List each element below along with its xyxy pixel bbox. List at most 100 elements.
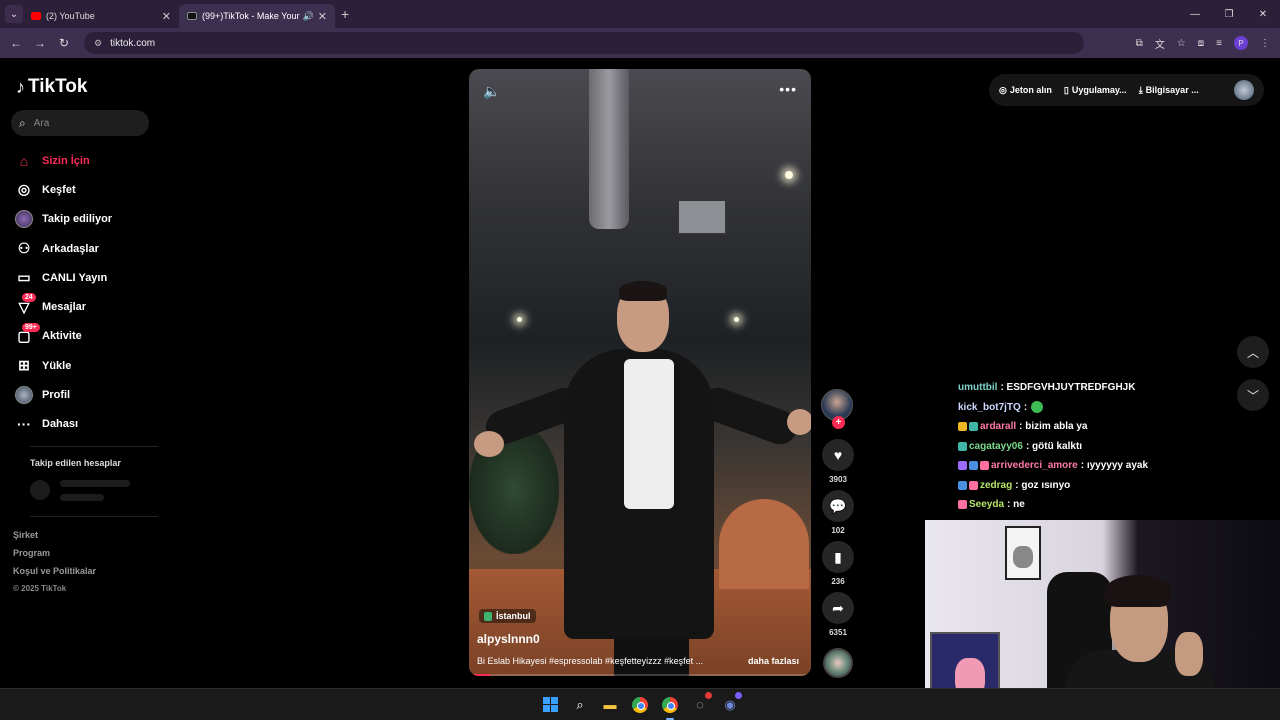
sidebar-item-label: Takip ediliyor (42, 213, 113, 226)
see-more-link[interactable]: daha fazlası (748, 656, 799, 666)
desktop-app-button[interactable]: ⤓ Bilgisayar ... (1139, 85, 1199, 96)
search-icon: ⌕ (19, 115, 26, 130)
tiktok-logo[interactable]: ♪ TikTok (16, 76, 87, 98)
translate-icon[interactable]: 文 (1155, 36, 1165, 51)
get-coins-button[interactable]: ◎ Jeton alın (999, 85, 1052, 96)
sidebar-item-profile[interactable]: Profil (14, 380, 112, 409)
reload-icon[interactable]: ↻ (52, 36, 76, 50)
video-frame-person (474, 431, 504, 457)
following-avatar-icon (14, 209, 34, 229)
chat-badge-icon (958, 480, 967, 490)
comment-count: 102 (831, 526, 845, 535)
sidebar-item-label: Mesajlar (42, 301, 87, 314)
video-username[interactable]: alpyslnnn0 (477, 632, 540, 646)
sidebar-item-friends[interactable]: ⚇ Arkadaşlar (14, 234, 112, 263)
friends-icon: ⚇ (17, 240, 31, 257)
creator-avatar[interactable]: + (821, 389, 853, 429)
extensions-icon[interactable]: ⧈ (1198, 38, 1204, 49)
footer-links: Şirket Program Koşul ve Politikalar © 20… (13, 530, 96, 602)
volume-icon[interactable]: 🔈 (483, 83, 500, 100)
chat-text: : ıyyyyyy ayak (1080, 460, 1149, 472)
menu-dots-icon[interactable]: ⋮ (1260, 38, 1270, 49)
sidebar-item-live[interactable]: ▭ CANLI Yayın (14, 263, 112, 292)
tab-search-button[interactable]: ⌄ (5, 5, 23, 23)
sidebar-item-for-you[interactable]: ⌂ Sizin İçin (14, 146, 112, 175)
chat-badge-icon (969, 422, 978, 432)
sidebar-item-label: CANLI Yayın (42, 271, 108, 284)
bookmark-star-icon[interactable]: ☆ (1177, 38, 1186, 49)
forward-icon[interactable]: → (28, 36, 52, 50)
comment-action: 💬 102 (821, 490, 855, 535)
close-window-button[interactable]: ✕ (1246, 9, 1280, 20)
media-icon[interactable]: ≡ (1216, 38, 1222, 49)
chrome-icon[interactable] (630, 695, 650, 715)
previous-video-button[interactable]: ︿ (1237, 336, 1269, 368)
discord-icon[interactable]: ◉ (720, 691, 742, 715)
footer-link-company[interactable]: Şirket (13, 530, 96, 548)
chat-text: : (1023, 401, 1028, 413)
live-icon: ▭ (17, 269, 31, 286)
share-icon[interactable]: ➦ (822, 592, 854, 624)
notification-dot (735, 691, 742, 699)
video-player[interactable]: 🔈 ••• İstanbul alpyslnnn0 Bi Eslab Hikay… (469, 69, 811, 676)
install-icon[interactable]: ⧉ (1136, 38, 1143, 49)
avatar (15, 210, 33, 229)
close-tab-icon[interactable]: ✕ (162, 10, 171, 23)
start-button[interactable] (540, 695, 560, 715)
restore-button[interactable]: ❐ (1212, 9, 1246, 20)
heart-icon[interactable]: ♥ (822, 439, 854, 471)
minimize-button[interactable]: — (1178, 9, 1212, 20)
video-progress-bar[interactable] (469, 674, 811, 676)
more-options-icon[interactable]: ••• (779, 81, 797, 97)
download-icon: ⤓ (1138, 84, 1143, 95)
avatar[interactable] (1234, 80, 1254, 100)
tab-youtube[interactable]: (2) YouTube ✕ (23, 4, 179, 28)
location-tag[interactable]: İstanbul (479, 609, 536, 623)
divider (30, 446, 158, 447)
search-input[interactable]: ⌕ Ara (11, 110, 149, 136)
video-frame-light (734, 317, 739, 322)
video-frame-person (624, 359, 674, 509)
chrome-profile-icon[interactable] (660, 695, 680, 720)
get-app-button[interactable]: ▯ Uygulamay... (1064, 85, 1127, 96)
footer-link-program[interactable]: Program (13, 548, 96, 566)
stream-chat-overlay: umuttbil: ESDFGVHJUYTREDFGHJK kick_bot7jT… (958, 378, 1148, 515)
tab-title: (2) YouTube (46, 11, 95, 21)
speaker-icon[interactable]: 🔊 (303, 11, 314, 22)
file-explorer-icon[interactable]: ▬ (600, 695, 620, 715)
windows-icon (542, 697, 558, 712)
sidebar-item-activity[interactable]: ▢ 99+ Aktivite (14, 322, 112, 351)
music-disc[interactable] (823, 648, 853, 678)
notification-dot (705, 691, 712, 699)
divider (30, 516, 158, 517)
sidebar-item-messages[interactable]: ▽ 24 Mesajlar (14, 292, 112, 321)
footer-link-terms[interactable]: Koşul ve Politikalar (13, 566, 96, 584)
action-bar: + ♥ 3903 💬 102 ▮ 236 ➦ 6351 (821, 389, 855, 637)
tiktok-note-icon: ♪ (16, 76, 25, 97)
back-icon[interactable]: ← (4, 36, 28, 50)
comment-icon[interactable]: 💬 (822, 490, 854, 522)
follow-plus-icon[interactable]: + (832, 416, 845, 429)
sidebar-item-more[interactable]: ··· Dahası (14, 410, 112, 439)
chat-message: Seeyda: ne (958, 495, 1148, 515)
site-info-icon[interactable]: ⚙ (94, 38, 102, 49)
chat-badge-icon (969, 480, 978, 490)
chrome-logo (662, 696, 678, 713)
app-icon[interactable]: ◌ (690, 691, 712, 715)
sidebar-item-explore[interactable]: ◎ Keşfet (14, 175, 112, 204)
new-tab-button[interactable]: + (341, 6, 349, 22)
bookmark-icon[interactable]: ▮ (822, 541, 854, 573)
search-icon[interactable]: ⌕ (570, 695, 590, 715)
url-text: tiktok.com (110, 37, 156, 49)
sidebar-item-upload[interactable]: ⊞ Yükle (14, 351, 112, 380)
profile-avatar[interactable]: P (1234, 36, 1248, 50)
sidebar-item-following[interactable]: Takip ediliyor (14, 205, 112, 234)
desktop-app-label: Bilgisayar ... (1145, 85, 1199, 95)
address-bar[interactable]: ⚙ tiktok.com (84, 32, 1084, 54)
chevron-up-icon: ︿ (1246, 345, 1259, 360)
close-tab-icon[interactable]: ✕ (318, 10, 327, 23)
tab-tiktok[interactable]: (99+)TikTok - Make Your Da 🔊 ✕ (179, 4, 335, 28)
chat-badge-icon (958, 422, 967, 432)
copyright: © 2025 TikTok (13, 584, 67, 593)
next-video-button[interactable]: ﹀ (1237, 379, 1269, 411)
